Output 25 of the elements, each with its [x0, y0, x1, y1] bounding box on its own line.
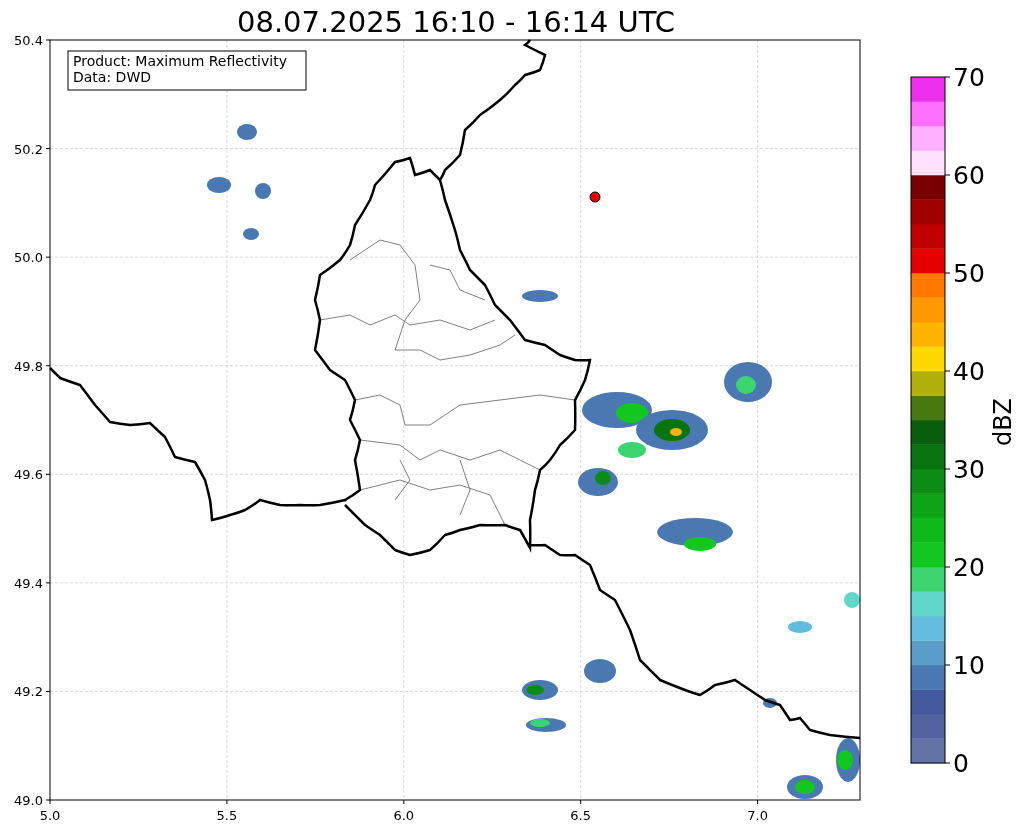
- y-tick-label: 49.2: [14, 684, 43, 700]
- colorbar-tick-label: 50: [953, 259, 985, 288]
- x-tick-label: 6.5: [570, 808, 592, 823]
- colorbar-tick-label: 40: [953, 357, 985, 386]
- y-tick-label: 50.0: [14, 250, 43, 266]
- y-tick-label: 49.4: [14, 575, 43, 591]
- x-tick-label: 5.0: [39, 808, 61, 823]
- y-tick-label: 49.8: [14, 358, 43, 374]
- colorbar-tick-label: 20: [953, 553, 985, 582]
- colorbar-tick-label: 10: [953, 651, 985, 680]
- y-tick-label: 49.6: [14, 467, 43, 483]
- x-tick-label: 5.5: [216, 808, 238, 823]
- colorbar-tick-label: 60: [953, 161, 985, 190]
- legend-text: Data: DWD: [73, 69, 151, 85]
- colorbar-tick-label: 70: [953, 63, 985, 92]
- y-tick-label: 50.4: [14, 33, 43, 48]
- colorbar-tick-label: 0: [953, 749, 969, 778]
- x-tick-label: 6.0: [393, 808, 415, 823]
- y-tick-label: 50.2: [14, 141, 43, 157]
- plot-title: 08.07.2025 16:10 - 16:14 UTC: [237, 5, 675, 39]
- y-tick-label: 49.0: [14, 793, 43, 808]
- colorbar-label: dBZ: [989, 397, 1017, 447]
- x-tick-label: 7.0: [747, 808, 768, 823]
- colorbar-tick-label: 30: [953, 455, 985, 484]
- legend-text: Product: Maximum Reflectivity: [73, 53, 287, 69]
